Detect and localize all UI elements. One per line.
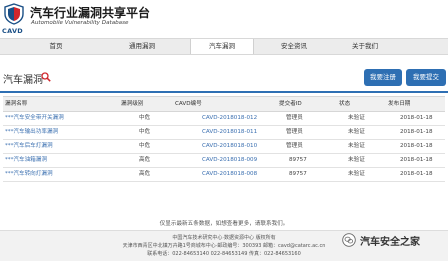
submitter-id: 管理员 xyxy=(286,143,303,149)
col-header-name: 漏洞名称 xyxy=(5,101,28,107)
vuln-level: 高危 xyxy=(139,157,151,163)
vuln-status: 未验证 xyxy=(348,143,365,149)
submitter-id: 管理员 xyxy=(286,115,303,121)
vuln-status: 未验证 xyxy=(348,129,365,135)
search-icon[interactable] xyxy=(41,72,51,82)
vuln-name-link[interactable]: ***汽车油箱漏洞 xyxy=(5,154,47,167)
vuln-level: 中危 xyxy=(139,129,151,135)
nav-item-home[interactable]: 首页 xyxy=(28,39,84,54)
vuln-level: 高危 xyxy=(139,171,151,177)
nav-item-general-vuln[interactable]: 通用漏洞 xyxy=(114,39,170,54)
publish-date: 2018-01-18 xyxy=(400,129,433,135)
title-divider xyxy=(0,91,448,93)
cavd-id-link[interactable]: CAVD-2018018-008 xyxy=(202,168,257,181)
col-header-cavd-id: CAVD编号 xyxy=(175,101,202,107)
table-row[interactable]: ***汽车油箱漏洞 高危 CAVD-2018018-009 89757 未验证 … xyxy=(3,154,445,168)
vuln-status: 未验证 xyxy=(348,115,365,121)
table-header: 漏洞名称 漏洞级别 CAVD编号 提交者ID 状态 发布日期 xyxy=(3,96,445,112)
vuln-status: 未验证 xyxy=(348,171,365,177)
publish-date: 2018-01-18 xyxy=(400,115,433,121)
register-button[interactable]: 我要注册 xyxy=(364,69,402,86)
table-row[interactable]: ***汽车转向灯漏洞 高危 CAVD-2018018-008 89757 未验证… xyxy=(3,168,445,182)
cavd-id-link[interactable]: CAVD-2018018-009 xyxy=(202,154,257,167)
vuln-name-link[interactable]: ***汽车转向灯漏洞 xyxy=(5,168,53,181)
col-header-submitter: 提交者ID xyxy=(279,101,302,107)
publish-date: 2018-01-18 xyxy=(400,143,433,149)
cavd-logo-icon[interactable] xyxy=(3,3,25,25)
col-header-date: 发布日期 xyxy=(388,101,411,107)
nav-item-car-vuln[interactable]: 汽车漏洞 xyxy=(190,39,254,54)
cavd-id-link[interactable]: CAVD-2018018-010 xyxy=(202,140,257,153)
col-header-level: 漏洞级别 xyxy=(121,101,144,107)
submitter-id: 89757 xyxy=(289,171,307,177)
wechat-icon xyxy=(342,233,356,247)
vuln-level: 中危 xyxy=(139,115,151,121)
vuln-level: 中危 xyxy=(139,143,151,149)
table-row[interactable]: ***汽车后车灯漏洞 中危 CAVD-2018018-010 管理员 未验证 2… xyxy=(3,140,445,154)
main-nav: 首页 通用漏洞 汽车漏洞 安全资讯 关于我们 xyxy=(0,38,448,55)
page-title: 汽车漏洞 xyxy=(3,75,43,86)
col-header-status: 状态 xyxy=(339,101,351,107)
footer-phone: 联系电话：022-84653140 022-84653149 传真：022-84… xyxy=(147,251,301,257)
logo-text: CAVD xyxy=(2,27,23,35)
table-row[interactable]: ***汽车输出功率漏洞 中危 CAVD-2018018-011 管理员 未验证 … xyxy=(3,126,445,140)
submitter-id: 管理员 xyxy=(286,129,303,135)
nav-item-security-news[interactable]: 安全资讯 xyxy=(266,39,322,54)
table-row[interactable]: ***汽车安全带开关漏洞 中危 CAVD-2018018-012 管理员 未验证… xyxy=(3,112,445,126)
site-title[interactable]: 汽车行业漏洞共享平台 xyxy=(30,4,150,21)
site-header: CAVD 汽车行业漏洞共享平台 Automobile Vulnerability… xyxy=(0,0,448,38)
vuln-status: 未验证 xyxy=(348,157,365,163)
publish-date: 2018-01-18 xyxy=(400,157,433,163)
vuln-name-link[interactable]: ***汽车安全带开关漏洞 xyxy=(5,112,64,125)
cavd-id-link[interactable]: CAVD-2018018-011 xyxy=(202,126,257,139)
nav-item-about[interactable]: 关于我们 xyxy=(337,39,393,54)
publish-date: 2018-01-18 xyxy=(400,171,433,177)
vuln-name-link[interactable]: ***汽车输出功率漏洞 xyxy=(5,126,58,139)
submitter-id: 89757 xyxy=(289,157,307,163)
vuln-name-link[interactable]: ***汽车后车灯漏洞 xyxy=(5,140,53,153)
watermark-text: 汽车安全之家 xyxy=(360,237,420,248)
more-data-note: 仅显示最新五条数据，如想查看更多，请联系我们。 xyxy=(159,221,289,227)
submit-vuln-button[interactable]: 我要提交 xyxy=(406,69,446,86)
site-subtitle: Automobile Vulnerability Database xyxy=(31,20,129,26)
cavd-id-link[interactable]: CAVD-2018018-012 xyxy=(202,112,257,125)
